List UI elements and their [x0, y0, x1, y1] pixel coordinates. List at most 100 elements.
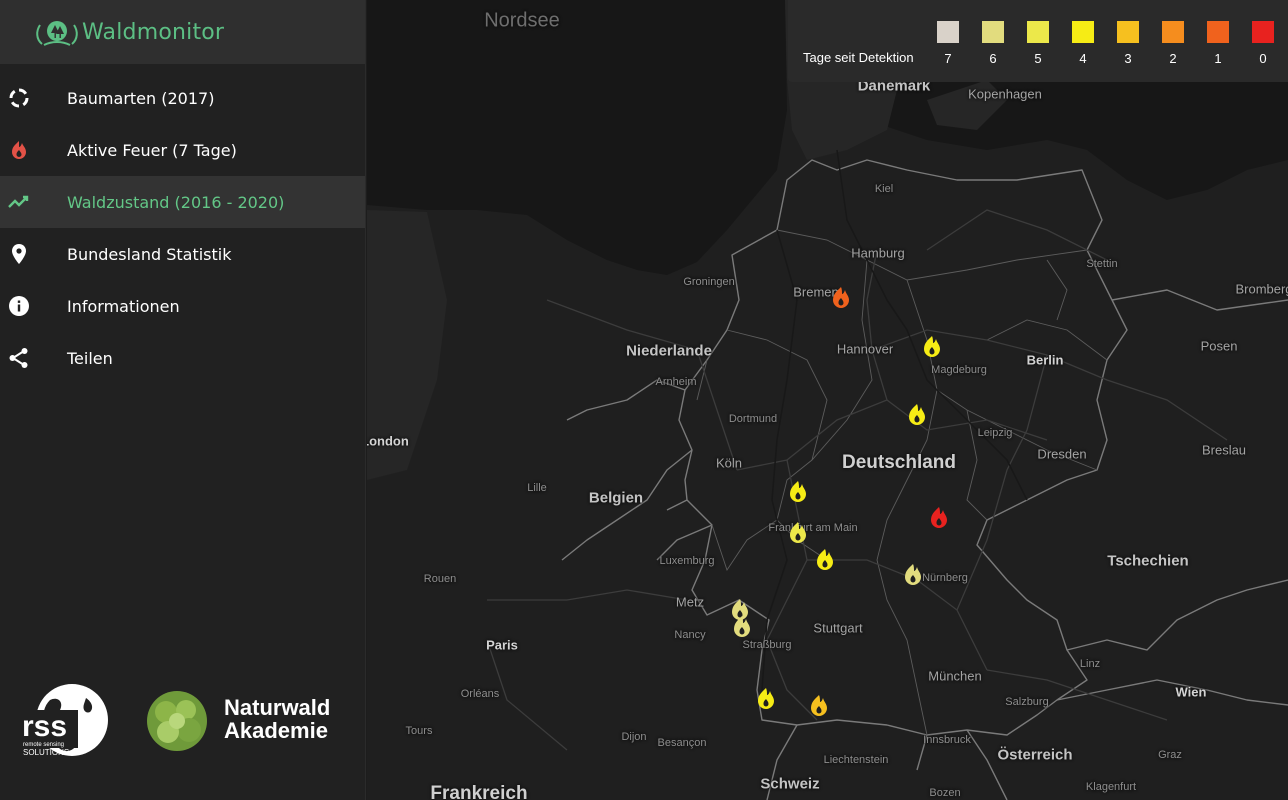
map-label-city: München — [928, 668, 982, 684]
map-label-city: Dresden — [1037, 446, 1087, 462]
info-icon — [9, 296, 29, 316]
map-label-town: Dijon — [621, 731, 647, 743]
map-label-town: Liechtenstein — [823, 754, 889, 766]
nav-item-label: Teilen — [67, 348, 113, 368]
legend-swatch — [1072, 21, 1094, 43]
map-label-city: Bromberg — [1235, 281, 1288, 297]
partner-logos: rss remote sensing SOLUTIONS Naturwald A… — [20, 684, 350, 760]
map-label-city: Metz — [675, 594, 705, 610]
map-label-city: Hannover — [836, 341, 894, 357]
map-label-town: Nancy — [674, 629, 706, 641]
fire-icon — [12, 141, 26, 159]
map-label-city: Kopenhagen — [968, 86, 1042, 102]
rss-logo-text: rss — [22, 710, 67, 743]
map-label-town: Groningen — [683, 276, 735, 288]
nav-item-label: Baumarten (2017) — [67, 88, 215, 108]
map-label-town: Stettin — [1086, 258, 1118, 270]
nav-item-baumarten[interactable]: Baumarten (2017) — [0, 72, 365, 124]
legend-swatch — [1117, 21, 1139, 43]
fire-marker-icon[interactable] — [830, 286, 852, 310]
fire-marker-icon[interactable] — [921, 335, 943, 359]
circle-progress-icon — [9, 88, 29, 108]
map-pin-icon — [12, 244, 26, 264]
map-label-city: Hamburg — [851, 245, 905, 261]
legend-value: 6 — [989, 51, 997, 66]
rss-logo[interactable]: rss remote sensing SOLUTIONS — [20, 684, 112, 760]
legend-item: 1 — [1206, 21, 1230, 66]
legend-value: 4 — [1079, 51, 1087, 66]
app-title: Waldmonitor — [82, 19, 225, 45]
map-canvas[interactable]: Nordsee Dänemark Kopenhagen Kiel Hamburg… — [367, 0, 1288, 800]
nav-item-teilen[interactable]: Teilen — [0, 332, 365, 384]
nav-item-aktive-feuer[interactable]: Aktive Feuer (7 Tage) — [0, 124, 365, 176]
naturwald-akademie-logo-icon[interactable] — [142, 688, 212, 754]
legend-value: 1 — [1214, 51, 1222, 66]
legend-swatch — [937, 21, 959, 43]
nav-item-bundesland-statistik[interactable]: Bundesland Statistik — [0, 228, 365, 280]
fire-marker-icon[interactable] — [787, 521, 809, 545]
fire-marker-icon[interactable] — [902, 563, 924, 587]
map-label-town: Linz — [1079, 658, 1101, 670]
legend-swatch — [1162, 21, 1184, 43]
map-label-capital: Wien — [1175, 684, 1207, 700]
fire-marker-icon[interactable] — [928, 506, 950, 530]
legend-item: 5 — [1026, 21, 1050, 66]
fire-marker-icon[interactable] — [906, 403, 928, 427]
nav-item-label: Bundesland Statistik — [67, 244, 232, 264]
legend-swatch — [1252, 21, 1274, 43]
sidebar: Waldmonitor Baumarten (2017) Aktive Feue… — [0, 0, 366, 800]
map-label-town: Lille — [527, 482, 547, 494]
nav-item-informationen[interactable]: Informationen — [0, 280, 365, 332]
map-basemap — [367, 0, 1288, 800]
legend-value: 0 — [1259, 51, 1267, 66]
legend-value: 7 — [944, 51, 952, 66]
fire-marker-icon[interactable] — [814, 548, 836, 572]
legend-value: 5 — [1034, 51, 1042, 66]
app-header[interactable]: Waldmonitor — [0, 0, 365, 64]
map-label-town: Rouen — [423, 573, 457, 585]
map-label-city: Breslau — [1201, 442, 1247, 458]
nav-item-label: Aktive Feuer (7 Tage) — [67, 140, 237, 160]
rss-logo-subtext: SOLUTIONS — [23, 748, 69, 757]
fire-marker-icon[interactable] — [808, 694, 830, 718]
map-label-town: Salzburg — [1005, 696, 1049, 708]
nav-item-label: Waldzustand (2016 - 2020) — [67, 192, 285, 212]
map-label-town: Dortmund — [728, 413, 778, 425]
map-label-country: Schweiz — [760, 775, 820, 793]
fire-marker-icon[interactable] — [755, 687, 777, 711]
map-label-town: Innsbruck — [923, 734, 971, 746]
fire-marker-icon[interactable] — [787, 480, 809, 504]
waldmonitor-logo-icon — [36, 21, 78, 46]
map-label-town: Leipzig — [977, 427, 1013, 439]
map-label-city: Stuttgart — [813, 620, 863, 636]
nav-item-waldzustand[interactable]: Waldzustand (2016 - 2020) — [0, 176, 365, 228]
share-icon — [9, 348, 28, 368]
legend-item: 7 — [936, 21, 960, 66]
legend-value: 2 — [1169, 51, 1177, 66]
map-label-city: Posen — [1200, 338, 1238, 354]
map-label-country: Frankreich — [430, 783, 528, 800]
legend-item: 2 — [1161, 21, 1185, 66]
map-label-country: Niederlande — [626, 342, 712, 360]
map-label-town: Straßburg — [742, 639, 792, 651]
map-label-city: Köln — [715, 455, 743, 471]
map-label-country: Österreich — [997, 746, 1073, 764]
map-label-sea: Nordsee — [484, 9, 560, 32]
map-label-country: Deutschland — [841, 452, 957, 473]
fire-marker-icon[interactable] — [731, 615, 753, 639]
map-label-town: Graz — [1158, 749, 1182, 761]
legend-item: 0 — [1251, 21, 1275, 66]
legend-swatch — [1207, 21, 1229, 43]
legend-item: 6 — [981, 21, 1005, 66]
legend-value: 3 — [1124, 51, 1132, 66]
legend-item: 4 — [1071, 21, 1095, 66]
legend-title: Tage seit Detektion — [803, 50, 914, 65]
map-label-town: Frankfurt am Main — [768, 522, 858, 534]
map-label-town: Orléans — [460, 688, 500, 700]
legend-swatch — [1027, 21, 1049, 43]
map-label-country: Belgien — [588, 489, 644, 507]
legend-item: 3 — [1116, 21, 1140, 66]
map-label-town: Nürnberg — [922, 572, 968, 584]
map-label-town: Besançon — [657, 737, 707, 749]
map-label-capital: Berlin — [1026, 352, 1064, 368]
